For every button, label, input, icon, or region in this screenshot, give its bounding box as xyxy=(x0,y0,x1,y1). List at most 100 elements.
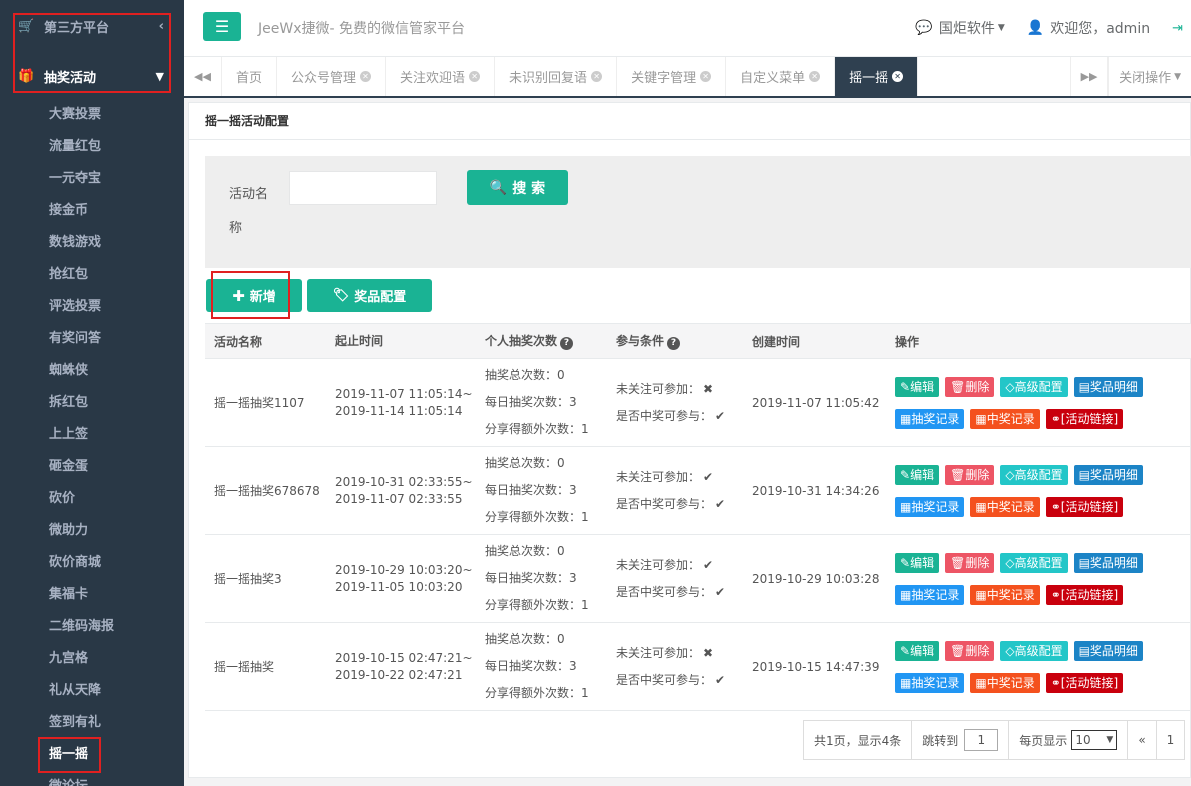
sidebar-item-shake[interactable]: 摇一摇 xyxy=(0,739,184,771)
edit-button[interactable]: ✎ 编辑 xyxy=(895,640,940,661)
tab-welcome[interactable]: 关注欢迎语 ✕ xyxy=(386,57,496,96)
col-header-label: 参与条件 xyxy=(616,333,665,348)
time-range: 2019-10-15 02:47:21~ 2019-10-22 02:47:21 xyxy=(335,650,485,684)
close-icon[interactable]: ✕ xyxy=(809,71,821,82)
edit-button[interactable]: ✎ 编辑 xyxy=(895,464,940,485)
prize-detail-button[interactable]: ▤ 奖品明细 xyxy=(1073,640,1143,661)
delete-button[interactable]: 🗑 删除 xyxy=(945,552,995,573)
draw-record-button[interactable]: ▦ 抽奖记录 xyxy=(895,408,965,429)
sidebar-item[interactable]: 砸金蛋 xyxy=(0,451,184,483)
question-icon[interactable]: ? xyxy=(667,336,681,350)
tab-custom-menu[interactable]: 自定义菜单 ✕ xyxy=(726,57,836,96)
check-icon: ✔ xyxy=(703,557,714,572)
prize-detail-button[interactable]: ▤ 奖品明细 xyxy=(1073,552,1143,573)
per-page-select[interactable]: 10 ▼ xyxy=(1071,730,1118,750)
tab-scroll-left-button[interactable]: ◀◀ xyxy=(184,57,222,96)
activity-name-input[interactable] xyxy=(289,171,437,205)
page-number[interactable]: 1 xyxy=(1157,721,1185,759)
sidebar-item[interactable]: 砍价 xyxy=(0,483,184,515)
activity-link-button[interactable]: ⚭ [活动链接] xyxy=(1045,672,1124,693)
sidebar-item[interactable]: 有奖问答 xyxy=(0,323,184,355)
op-label: 高级配置 xyxy=(1014,644,1063,658)
page-summary: 共1页，显示4条 xyxy=(804,721,913,759)
sidebar-item[interactable]: 上上签 xyxy=(0,419,184,451)
jump-input[interactable]: 1 xyxy=(964,729,999,751)
op-label: 奖品明细 xyxy=(1089,644,1138,658)
draw-record-button[interactable]: ▦ 抽奖记录 xyxy=(895,496,965,517)
company-dropdown[interactable]: 💬 国炬软件 ▼ xyxy=(915,18,1004,38)
user-icon: 👤 xyxy=(1026,20,1045,36)
sidebar-item[interactable]: 砍价商城 xyxy=(0,547,184,579)
tab-keyword[interactable]: 关键字管理 ✕ xyxy=(617,57,727,96)
total-count: 抽奖总次数：0 xyxy=(485,368,565,382)
tab-home[interactable]: 首页 xyxy=(222,57,278,96)
tab-label: 未识别回复语 xyxy=(509,71,588,86)
sidebar-item[interactable]: 评选投票 xyxy=(0,291,184,323)
advanced-config-button[interactable]: ◇ 高级配置 xyxy=(1000,464,1068,485)
win-record-button[interactable]: ▦ 中奖记录 xyxy=(970,496,1040,517)
tab-account[interactable]: 公众号管理 ✕ xyxy=(277,57,387,96)
edit-button[interactable]: ✎ 编辑 xyxy=(895,552,940,573)
sidebar-item[interactable]: 礼从天降 xyxy=(0,675,184,707)
win-record-button[interactable]: ▦ 中奖记录 xyxy=(970,408,1040,429)
draw-record-button[interactable]: ▦ 抽奖记录 xyxy=(895,672,965,693)
draw-record-button[interactable]: ▦ 抽奖记录 xyxy=(895,584,965,605)
delete-button[interactable]: 🗑 删除 xyxy=(945,464,995,485)
activity-link-button[interactable]: ⚭ [活动链接] xyxy=(1045,408,1124,429)
advanced-config-button[interactable]: ◇ 高级配置 xyxy=(1000,640,1068,661)
prize-detail-button[interactable]: ▤ 奖品明细 xyxy=(1073,376,1143,397)
advanced-config-button[interactable]: ◇ 高级配置 xyxy=(1000,376,1068,397)
prev-page-button[interactable]: « xyxy=(1128,721,1157,759)
activity-link-button[interactable]: ⚭ [活动链接] xyxy=(1045,584,1124,605)
tab-shake[interactable]: 摇一摇 ✕ xyxy=(835,57,919,96)
sidebar-item[interactable]: 二维码海报 xyxy=(0,611,184,643)
cross-icon: ✖ xyxy=(703,645,714,660)
win-record-button[interactable]: ▦ 中奖记录 xyxy=(970,672,1040,693)
search-button-label: 搜 索 xyxy=(512,180,546,197)
prize-detail-button[interactable]: ▤ 奖品明细 xyxy=(1073,464,1143,485)
menu-toggle-button[interactable]: ☰ xyxy=(203,12,241,41)
close-icon[interactable]: ✕ xyxy=(469,71,481,82)
sidebar-item[interactable]: 大赛投票 xyxy=(0,99,184,131)
sidebar-item[interactable]: 签到有礼 xyxy=(0,707,184,739)
sidebar-item[interactable]: 集福卡 xyxy=(0,579,184,611)
sidebar-item[interactable]: 数钱游戏 xyxy=(0,227,184,259)
close-icon[interactable]: ✕ xyxy=(700,71,712,82)
edit-button[interactable]: ✎ 编辑 xyxy=(895,376,940,397)
sidebar-item[interactable]: 一元夺宝 xyxy=(0,163,184,195)
sidebar-item[interactable]: 流量红包 xyxy=(0,131,184,163)
close-icon[interactable]: ✕ xyxy=(360,71,372,82)
tab-close-ops-dropdown[interactable]: 关闭操作 ▼ xyxy=(1108,57,1191,96)
search-button[interactable]: 🔍 搜 索 xyxy=(467,170,568,205)
add-button[interactable]: ✚ 新增 xyxy=(206,279,302,312)
sidebar-item[interactable]: 九宫格 xyxy=(0,643,184,675)
user-info[interactable]: 👤 欢迎您，admin xyxy=(1027,18,1150,38)
close-icon[interactable]: ✕ xyxy=(591,71,603,82)
cond-won: 是否中奖可参与： ✔ xyxy=(616,491,752,518)
sidebar-item[interactable]: 微助力 xyxy=(0,515,184,547)
sidebar-item[interactable]: 拆红包 xyxy=(0,387,184,419)
sidebar-item[interactable]: 接金币 xyxy=(0,195,184,227)
close-icon[interactable]: ✕ xyxy=(892,71,904,82)
win-record-button[interactable]: ▦ 中奖记录 xyxy=(970,584,1040,605)
tab-label: 关键字管理 xyxy=(631,71,697,86)
logout-icon[interactable]: ⇥ xyxy=(1172,21,1183,36)
check-icon: ✔ xyxy=(715,672,726,687)
advanced-config-button[interactable]: ◇ 高级配置 xyxy=(1000,552,1068,573)
sidebar-item[interactable]: 抢红包 xyxy=(0,259,184,291)
sidebar-item[interactable]: 微论坛 xyxy=(0,771,184,786)
share-count: 分享得额外次数：1 xyxy=(485,422,589,436)
op-label: 抽奖记录 xyxy=(911,412,960,426)
activity-link-button[interactable]: ⚭ [活动链接] xyxy=(1045,496,1124,517)
prize-config-button[interactable]: 🏷 奖品配置 xyxy=(307,279,432,312)
tab-scroll-right-button[interactable]: ▶▶ xyxy=(1070,57,1109,96)
tab-unknown-reply[interactable]: 未识别回复语 ✕ xyxy=(495,57,618,96)
list-icon: ▤ xyxy=(1078,467,1090,482)
delete-button[interactable]: 🗑 删除 xyxy=(945,376,995,397)
sidebar-group-lottery[interactable]: 🎁 抽奖活动 ▼ xyxy=(0,53,184,99)
op-label: 编辑 xyxy=(910,468,935,482)
sidebar-platform[interactable]: 🛒 第三方平台 ‹ xyxy=(0,0,184,53)
sidebar-item[interactable]: 蜘蛛侠 xyxy=(0,355,184,387)
delete-button[interactable]: 🗑 删除 xyxy=(945,640,995,661)
question-icon[interactable]: ? xyxy=(560,336,574,350)
